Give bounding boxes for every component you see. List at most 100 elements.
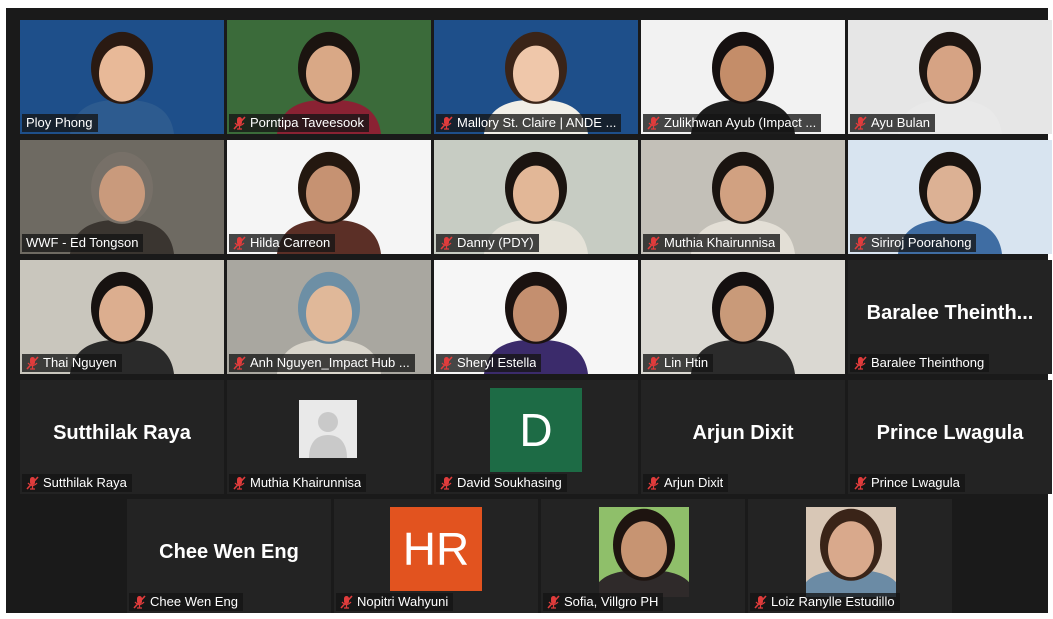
muted-mic-icon [854,356,867,370]
participant-name: Siriroj Poorahong [871,235,972,250]
muted-mic-icon [854,116,867,130]
participant-tile[interactable]: Zulikhwan Ayub (Impact ... [641,20,845,134]
participant-name: Danny (PDY) [457,235,534,250]
muted-mic-icon [547,595,560,609]
participant-tile[interactable]: Sutthilak Raya Sutthilak Raya [20,380,224,494]
participant-display-name: Sutthilak Raya [53,422,191,444]
participant-tile[interactable]: Ayu Bulan [848,20,1052,134]
participant-tile[interactable]: Hilda Carreon [227,140,431,254]
participant-name: David Soukhasing [457,475,562,490]
participant-name: Baralee Theinthong [871,355,985,370]
participant-figure [806,507,896,597]
muted-mic-icon [440,476,453,490]
participant-name: Prince Lwagula [871,475,960,490]
participant-tile[interactable]: Prince Lwagula Prince Lwagula [848,380,1052,494]
participant-tile[interactable]: Muthia Khairunnisa [641,140,845,254]
name-tag: Porntipa Taveesook [229,114,369,132]
muted-mic-icon [233,356,246,370]
muted-mic-icon [854,236,867,250]
name-tag: Danny (PDY) [436,234,539,252]
name-tag: David Soukhasing [436,474,567,492]
participant-tile[interactable]: Siriroj Poorahong [848,140,1052,254]
name-tag: Ploy Phong [22,114,98,132]
name-tag: Arjun Dixit [643,474,729,492]
participant-figure [599,507,689,597]
participant-name: Sutthilak Raya [43,475,127,490]
participant-name: Mallory St. Claire | ANDE ... [457,115,617,130]
muted-mic-icon [440,236,453,250]
name-tag: Mallory St. Claire | ANDE ... [436,114,622,132]
muted-mic-icon [647,356,660,370]
participant-name: Zulikhwan Ayub (Impact ... [664,115,817,130]
name-tag: Siriroj Poorahong [850,234,977,252]
muted-mic-icon [647,476,660,490]
participant-tile[interactable]: Ploy Phong [20,20,224,134]
muted-mic-icon [133,595,146,609]
participant-tile[interactable]: Danny (PDY) [434,140,638,254]
name-tag: Loiz Ranylle Estudillo [750,593,900,611]
participant-name: Loiz Ranylle Estudillo [771,594,895,609]
participant-name: Muthia Khairunnisa [664,235,776,250]
name-tag: Muthia Khairunnisa [229,474,367,492]
participant-name: Anh Nguyen_Impact Hub ... [250,355,410,370]
participant-name: Chee Wen Eng [150,594,238,609]
muted-mic-icon [854,476,867,490]
participant-tile[interactable]: Chee Wen Eng Chee Wen Eng [127,499,331,613]
participant-name: Sofia, Villgro PH [564,594,659,609]
name-tag: Prince Lwagula [850,474,965,492]
muted-mic-icon [440,116,453,130]
muted-mic-icon [340,595,353,609]
participant-tile[interactable]: Sofia, Villgro PH [541,499,745,613]
participant-tile[interactable]: Anh Nguyen_Impact Hub ... [227,260,431,374]
name-tag: Sutthilak Raya [22,474,132,492]
video-gallery: Ploy Phong Porntipa Taveesook Mallory St… [6,8,1052,613]
initial-avatar: D [490,388,582,472]
participant-name: Sheryl Estella [457,355,537,370]
participant-tile[interactable]: Sheryl Estella [434,260,638,374]
participant-tile[interactable]: D David Soukhasing [434,380,638,494]
participant-display-name: Baralee Theinth... [866,302,1034,324]
participant-tile[interactable]: Loiz Ranylle Estudillo [748,499,952,613]
profile-photo [806,507,896,597]
name-tag: Lin Htin [643,354,714,372]
participant-name: Hilda Carreon [250,235,331,250]
profile-photo [599,507,689,597]
participant-display-name: Arjun Dixit [692,422,794,444]
participant-name: Nopitri Wahyuni [357,594,449,609]
participant-tile[interactable]: Lin Htin [641,260,845,374]
participant-tile[interactable]: Mallory St. Claire | ANDE ... [434,20,638,134]
name-tag: Nopitri Wahyuni [336,593,454,611]
muted-mic-icon [233,236,246,250]
participant-tile[interactable]: Baralee Theinth... Baralee Theinthong [848,260,1052,374]
participant-tile[interactable]: WWF - Ed Tongson [20,140,224,254]
participant-display-name: Chee Wen Eng [159,541,299,563]
default-avatar [299,400,357,458]
name-tag: Anh Nguyen_Impact Hub ... [229,354,415,372]
name-tag: Chee Wen Eng [129,593,243,611]
participant-name: Muthia Khairunnisa [250,475,362,490]
participant-tile[interactable]: Porntipa Taveesook [227,20,431,134]
participant-name: Thai Nguyen [43,355,117,370]
muted-mic-icon [647,236,660,250]
name-tag: Thai Nguyen [22,354,122,372]
name-tag: Baralee Theinthong [850,354,990,372]
participant-tile[interactable]: Thai Nguyen [20,260,224,374]
name-tag: Sheryl Estella [436,354,542,372]
participant-tile[interactable]: Arjun Dixit Arjun Dixit [641,380,845,494]
muted-mic-icon [754,595,767,609]
name-tag: Zulikhwan Ayub (Impact ... [643,114,822,132]
muted-mic-icon [233,116,246,130]
participant-name: Ploy Phong [26,115,93,130]
muted-mic-icon [440,356,453,370]
initial-avatar: HR [390,507,482,591]
participant-tile[interactable]: HR Nopitri Wahyuni [334,499,538,613]
participant-display-name: Prince Lwagula [876,422,1024,444]
muted-mic-icon [647,116,660,130]
person-silhouette-icon [309,412,347,458]
participant-name: Lin Htin [664,355,709,370]
participant-name: Ayu Bulan [871,115,931,130]
muted-mic-icon [26,356,39,370]
muted-mic-icon [233,476,246,490]
participant-tile[interactable]: Muthia Khairunnisa [227,380,431,494]
name-tag: Hilda Carreon [229,234,336,252]
